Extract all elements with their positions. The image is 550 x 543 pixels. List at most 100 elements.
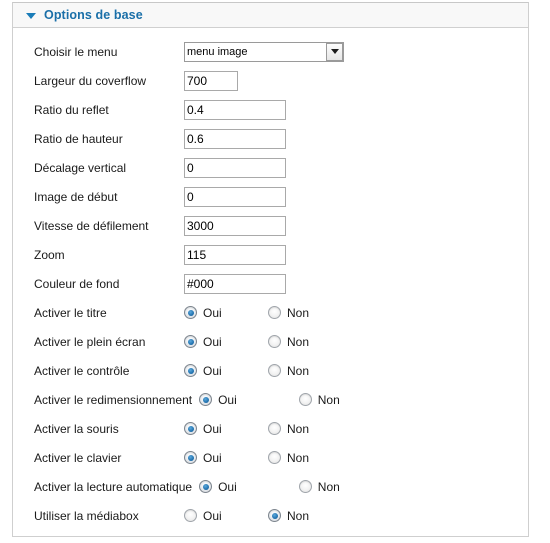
label-enable-fullscreen: Activer le plein écran xyxy=(34,334,146,349)
label-reflection-ratio: Ratio du reflet xyxy=(34,102,109,117)
radio-dot-icon[interactable] xyxy=(184,422,197,435)
radio-group-use-mediabox: Oui Non xyxy=(184,509,309,523)
width-input[interactable] xyxy=(184,70,238,91)
field-row-scroll-speed: Vitesse de défilement xyxy=(13,211,528,240)
radio-group-enable-resize: Oui Non xyxy=(199,393,340,407)
radio-dot-icon[interactable] xyxy=(184,306,197,319)
menu-select-wrap: menu image xyxy=(184,41,344,62)
label-menu: Choisir le menu xyxy=(34,44,118,59)
label-background-color: Couleur de fond xyxy=(34,276,120,291)
radio-enable-control-no[interactable]: Non xyxy=(268,364,309,378)
radio-label-no: Non xyxy=(287,450,310,465)
radio-label-yes: Oui xyxy=(203,305,222,320)
radio-group-enable-keyboard: Oui Non xyxy=(184,451,309,465)
field-row-enable-keyboard: Activer le clavier Oui Non xyxy=(13,443,528,472)
radio-use-mediabox-yes[interactable]: Oui xyxy=(184,509,268,523)
radio-use-mediabox-no[interactable]: Non xyxy=(268,509,309,523)
field-row-start-image: Image de début xyxy=(13,182,528,211)
field-row-width: Largeur du coverflow xyxy=(13,66,528,95)
options-panel: Options de base Choisir le menu menu ima… xyxy=(12,2,529,537)
background-color-input[interactable] xyxy=(184,273,286,294)
panel-header[interactable]: Options de base xyxy=(13,3,528,28)
label-width: Largeur du coverflow xyxy=(34,73,147,88)
reflection-ratio-input[interactable] xyxy=(184,99,286,120)
radio-enable-keyboard-no[interactable]: Non xyxy=(268,451,309,465)
field-row-menu: Choisir le menu menu image xyxy=(13,37,528,66)
radio-label-no: Non xyxy=(287,421,310,436)
label-enable-keyboard: Activer le clavier xyxy=(34,450,122,465)
field-row-reflection-ratio: Ratio du reflet xyxy=(13,95,528,124)
radio-enable-autoplay-no[interactable]: Non xyxy=(298,479,340,494)
radio-enable-title-no[interactable]: Non xyxy=(268,306,309,320)
radio-dot-icon[interactable] xyxy=(268,509,281,522)
field-row-enable-autoplay: Activer la lecture automatique Oui Non xyxy=(13,472,528,501)
field-row-enable-control: Activer le contrôle Oui Non xyxy=(13,356,528,385)
radio-dot-icon[interactable] xyxy=(199,480,213,493)
radio-group-enable-autoplay: Oui Non xyxy=(199,480,340,494)
radio-label-yes: Oui xyxy=(203,363,222,378)
height-ratio-input[interactable] xyxy=(184,128,286,149)
options-form: Choisir le menu menu image Largeur du co… xyxy=(13,28,528,530)
radio-dot-icon[interactable] xyxy=(199,393,213,406)
radio-label-no: Non xyxy=(317,479,340,494)
radio-dot-icon[interactable] xyxy=(184,451,197,464)
radio-enable-title-yes[interactable]: Oui xyxy=(184,306,268,320)
radio-enable-control-yes[interactable]: Oui xyxy=(184,364,268,378)
radio-group-enable-control: Oui Non xyxy=(184,364,309,378)
radio-label-yes: Oui xyxy=(203,421,222,436)
radio-dot-icon[interactable] xyxy=(184,509,197,522)
field-row-enable-title: Activer le titre Oui Non xyxy=(13,298,528,327)
radio-dot-icon[interactable] xyxy=(298,480,312,493)
scroll-speed-input[interactable] xyxy=(184,215,286,236)
field-row-vertical-offset: Décalage vertical xyxy=(13,153,528,182)
label-enable-mouse: Activer la souris xyxy=(34,421,119,436)
radio-enable-fullscreen-yes[interactable]: Oui xyxy=(184,335,268,349)
label-enable-autoplay: Activer la lecture automatique xyxy=(34,479,193,494)
radio-dot-icon[interactable] xyxy=(268,364,281,377)
radio-label-no: Non xyxy=(287,334,310,349)
radio-dot-icon[interactable] xyxy=(268,451,281,464)
control-menu: menu image xyxy=(184,41,344,62)
radio-dot-icon[interactable] xyxy=(184,335,197,348)
radio-enable-resize-no[interactable]: Non xyxy=(298,393,340,407)
label-enable-resize: Activer le redimensionnement xyxy=(34,392,193,407)
radio-dot-icon[interactable] xyxy=(268,335,281,348)
field-row-enable-resize: Activer le redimensionnement Oui Non xyxy=(13,385,528,414)
field-row-zoom: Zoom xyxy=(13,240,528,269)
field-row-background-color: Couleur de fond xyxy=(13,269,528,298)
radio-dot-icon[interactable] xyxy=(268,306,281,319)
triangle-down-icon[interactable] xyxy=(26,12,36,19)
label-height-ratio: Ratio de hauteur xyxy=(34,131,123,146)
radio-group-enable-fullscreen: Oui Non xyxy=(184,335,309,349)
radio-group-enable-title: Oui Non xyxy=(184,306,309,320)
label-enable-control: Activer le contrôle xyxy=(34,363,130,378)
label-use-mediabox: Utiliser la médiabox xyxy=(34,508,139,523)
radio-dot-icon[interactable] xyxy=(184,364,197,377)
radio-dot-icon[interactable] xyxy=(268,422,281,435)
radio-enable-resize-yes[interactable]: Oui xyxy=(199,393,237,407)
radio-label-yes: Oui xyxy=(203,508,222,523)
start-image-input[interactable] xyxy=(184,186,286,207)
menu-select[interactable]: menu image xyxy=(184,41,344,62)
radio-dot-icon[interactable] xyxy=(298,393,312,406)
field-row-enable-mouse: Activer la souris Oui Non xyxy=(13,414,528,443)
radio-enable-mouse-yes[interactable]: Oui xyxy=(184,422,268,436)
field-row-enable-fullscreen: Activer le plein écran Oui Non xyxy=(13,327,528,356)
radio-enable-fullscreen-no[interactable]: Non xyxy=(268,335,309,349)
zoom-input[interactable] xyxy=(184,244,286,265)
label-enable-title: Activer le titre xyxy=(34,305,107,320)
label-vertical-offset: Décalage vertical xyxy=(34,160,127,175)
radio-label-no: Non xyxy=(287,305,310,320)
field-row-height-ratio: Ratio de hauteur xyxy=(13,124,528,153)
radio-label-yes: Oui xyxy=(203,334,222,349)
vertical-offset-input[interactable] xyxy=(184,157,286,178)
field-row-use-mediabox: Utiliser la médiabox Oui Non xyxy=(13,501,528,530)
radio-label-no: Non xyxy=(287,363,310,378)
radio-group-enable-mouse: Oui Non xyxy=(184,422,309,436)
radio-enable-mouse-no[interactable]: Non xyxy=(268,422,309,436)
radio-label-yes: Oui xyxy=(203,450,222,465)
radio-enable-keyboard-yes[interactable]: Oui xyxy=(184,451,268,465)
label-zoom: Zoom xyxy=(34,247,65,262)
radio-enable-autoplay-yes[interactable]: Oui xyxy=(199,480,237,494)
panel-title: Options de base xyxy=(44,8,143,22)
